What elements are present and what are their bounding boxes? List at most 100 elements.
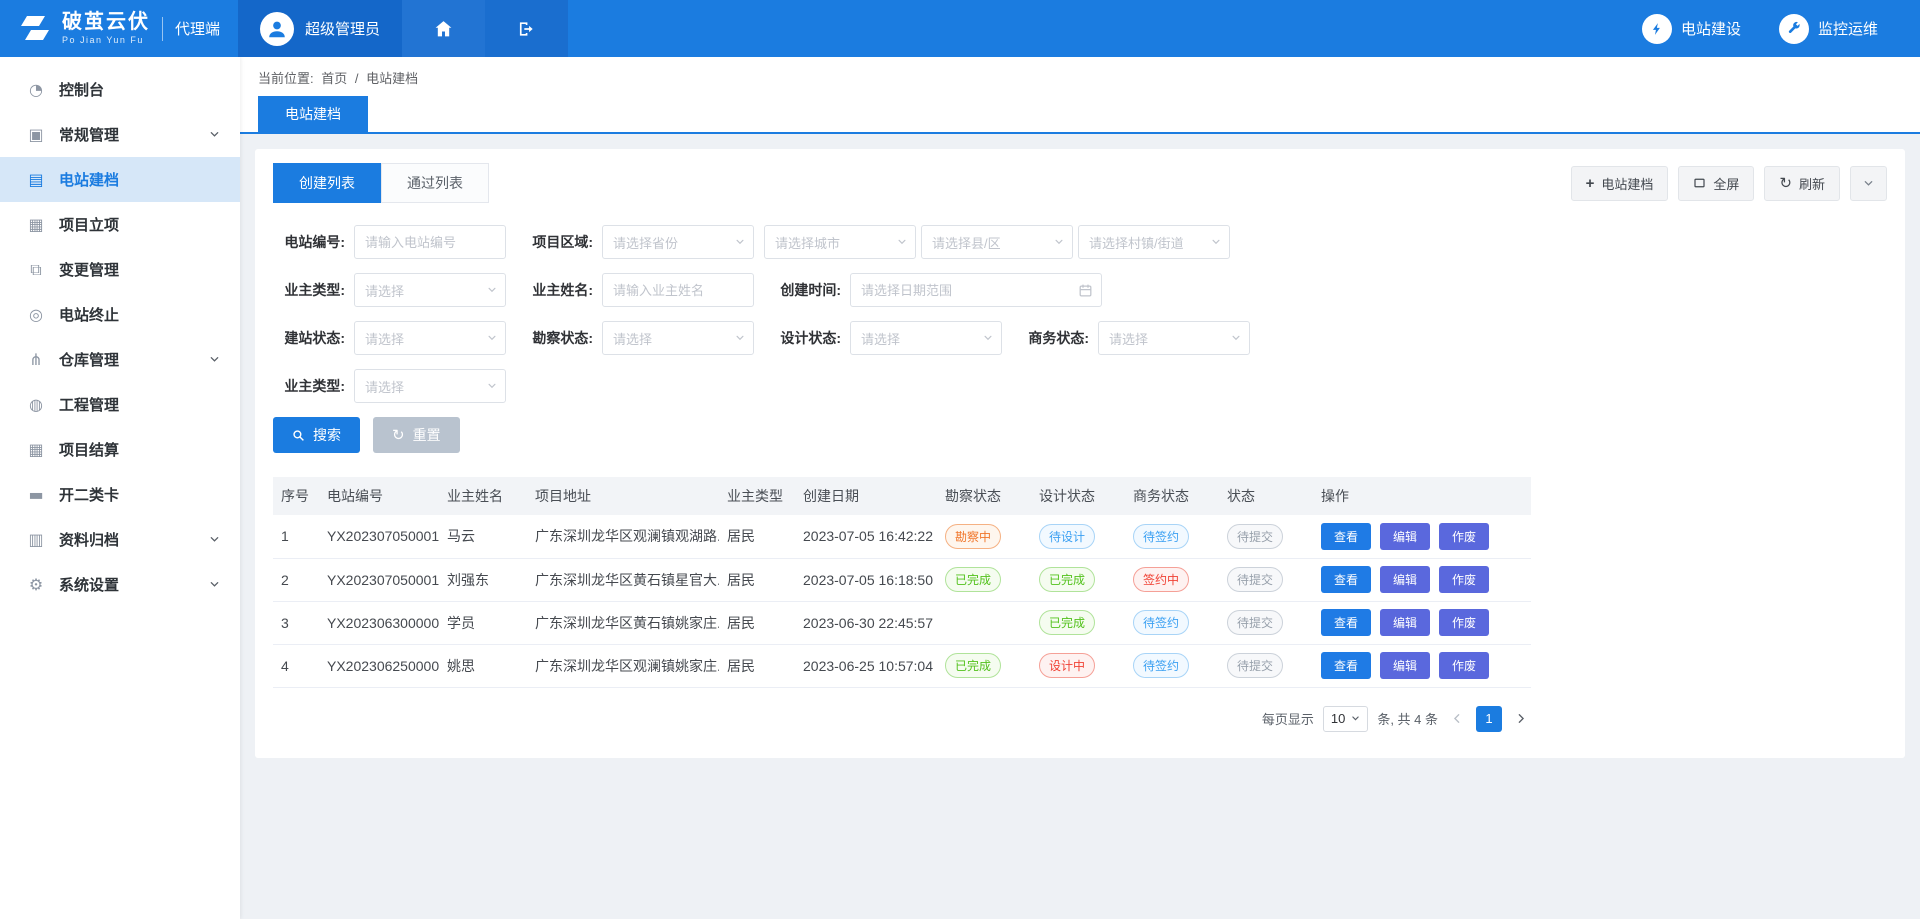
owner-name-input[interactable]	[603, 274, 753, 306]
sidebar-menu: ◔控制台▣常规管理▤电站建档▦项目立项⧉变更管理◎电站终止⋔仓库管理◍工程管理▦…	[0, 67, 240, 607]
per-page-label: 每页显示	[1262, 709, 1314, 728]
cell-business-status: 待签约	[1125, 515, 1219, 558]
filter-row: 业主类型:请选择业主姓名:创建时间:	[273, 273, 1887, 307]
nav-monitor-ops[interactable]: 监控运维	[1779, 14, 1878, 44]
refresh-button[interactable]: ↻ 刷新	[1764, 166, 1840, 201]
tab-passed-list[interactable]: 通过列表	[381, 163, 489, 203]
sidebar-item-data-archive[interactable]: ▥资料归档	[0, 517, 240, 562]
tab-created-list[interactable]: 创建列表	[273, 163, 381, 203]
view-button[interactable]: 查看	[1321, 652, 1371, 679]
reset-button[interactable]: ↻ 重置	[373, 417, 460, 453]
cell-design-status: 设计中	[1031, 644, 1125, 687]
edit-button[interactable]: 编辑	[1380, 523, 1430, 550]
toolbar: + 电站建档 全屏 ↻ 刷新	[1571, 166, 1887, 201]
card-icon: ▬	[26, 485, 46, 504]
sidebar-item-label: 电站建档	[59, 169, 220, 190]
edit-button[interactable]: 编辑	[1380, 566, 1430, 593]
filter-label: 商务状态:	[1017, 328, 1089, 348]
sidebar-item-station-archive[interactable]: ▤电站建档	[0, 157, 240, 202]
business-status-select[interactable]: 请选择	[1098, 321, 1250, 355]
brand-title: 破茧云伏	[62, 12, 150, 32]
created-date-range-input[interactable]	[851, 274, 1073, 306]
edit-button[interactable]: 编辑	[1380, 609, 1430, 636]
sidebar-item-label: 常规管理	[59, 124, 209, 145]
column-header: 状态	[1219, 477, 1313, 515]
sidebar: ◔控制台▣常规管理▤电站建档▦项目立项⧉变更管理◎电站终止⋔仓库管理◍工程管理▦…	[0, 57, 240, 919]
prev-page-button[interactable]	[1447, 712, 1467, 725]
sitemap-icon: ⋔	[26, 350, 46, 369]
filter-field: 业主类型: 请选择	[273, 369, 506, 403]
chevron-down-icon	[1231, 333, 1241, 343]
owner-type-select[interactable]: 请选择	[354, 273, 506, 307]
status-badge: 勘察中	[945, 524, 1001, 549]
void-button[interactable]: 作废	[1439, 652, 1489, 679]
void-button[interactable]: 作废	[1439, 566, 1489, 593]
calculator-icon: ▦	[26, 440, 46, 459]
list-tabs: 创建列表 通过列表	[273, 163, 489, 203]
owner-type-select-2[interactable]: 请选择	[354, 369, 506, 403]
app-header: 破茧云伏 Po Jian Yun Fu 代理端 超级管理员 电站建设	[0, 0, 1920, 57]
column-header: 项目地址	[527, 477, 719, 515]
home-button[interactable]	[402, 0, 485, 57]
cell-design-status: 已完成	[1031, 601, 1125, 644]
button-label: 搜索	[313, 425, 341, 445]
build-status-select[interactable]: 请选择	[354, 321, 506, 355]
void-button[interactable]: 作废	[1439, 609, 1489, 636]
void-button[interactable]: 作废	[1439, 523, 1489, 550]
nav-station-build[interactable]: 电站建设	[1642, 14, 1741, 44]
sidebar-item-system-settings[interactable]: ⚙系统设置	[0, 562, 240, 607]
table-header-row: 序号电站编号业主姓名项目地址业主类型创建日期勘察状态设计状态商务状态状态操作	[273, 477, 1531, 515]
sidebar-item-change-management[interactable]: ⧉变更管理	[0, 247, 240, 292]
column-header: 勘察状态	[937, 477, 1031, 515]
cell-status: 待提交	[1219, 515, 1313, 558]
survey-status-select[interactable]: 请选择	[602, 321, 754, 355]
county-select[interactable]: 请选择县/区	[921, 225, 1073, 259]
cell-station-no: YX2023062500004	[319, 644, 439, 687]
next-page-button[interactable]	[1511, 712, 1531, 725]
lightning-icon	[1642, 14, 1672, 44]
sidebar-item-warehouse-management[interactable]: ⋔ 仓库管理	[0, 337, 240, 382]
dashboard-icon: ◔	[26, 80, 46, 99]
cell-actions: 查看编辑作废	[1313, 601, 1531, 644]
view-button[interactable]: 查看	[1321, 609, 1371, 636]
village-select[interactable]: 请选择村镇/街道	[1078, 225, 1230, 259]
sidebar-item-console[interactable]: ◔控制台	[0, 67, 240, 112]
fullscreen-button[interactable]: 全屏	[1678, 166, 1754, 201]
view-button[interactable]: 查看	[1321, 566, 1371, 593]
main-panel: 创建列表 通过列表 + 电站建档 全屏 ↻ 刷新	[255, 149, 1905, 758]
sidebar-item-station-termination[interactable]: ◎电站终止	[0, 292, 240, 337]
station-no-input[interactable]	[355, 226, 505, 258]
divider	[162, 17, 163, 41]
sidebar-item-type2-card[interactable]: ▬开二类卡	[0, 472, 240, 517]
search-button[interactable]: 搜索	[273, 417, 360, 453]
cell-status: 待提交	[1219, 601, 1313, 644]
sidebar-item-general-management[interactable]: ▣常规管理	[0, 112, 240, 157]
sidebar-item-project-settlement[interactable]: ▦项目结算	[0, 427, 240, 472]
sidebar-item-label: 仓库管理	[59, 349, 209, 370]
archive-icon: ▥	[26, 530, 46, 549]
sidebar-item-engineering-management[interactable]: ◍工程管理	[0, 382, 240, 427]
cell-station-no: YX2023070500011	[319, 515, 439, 558]
filter-field: 项目区域:请选择省份	[521, 225, 754, 259]
filter-label: 业主类型:	[273, 376, 345, 396]
user-menu[interactable]: 超级管理员	[238, 0, 402, 57]
design-status-select[interactable]: 请选择	[850, 321, 1002, 355]
page-1-button[interactable]: 1	[1476, 706, 1502, 732]
per-page-select[interactable]: 10	[1323, 706, 1368, 732]
cell-design-status: 已完成	[1031, 558, 1125, 601]
logout-button[interactable]	[485, 0, 568, 57]
sidebar-item-project-initiation[interactable]: ▦项目立项	[0, 202, 240, 247]
province-select[interactable]: 请选择省份	[602, 225, 754, 259]
add-station-button[interactable]: + 电站建档	[1571, 166, 1669, 201]
helmet-icon: ◍	[26, 395, 46, 414]
view-button[interactable]: 查看	[1321, 523, 1371, 550]
total-text: 条, 共 4 条	[1377, 709, 1438, 728]
filter-field: 设计状态:请选择	[769, 321, 1002, 355]
status-badge: 已完成	[945, 653, 1001, 678]
city-select[interactable]: 请选择城市	[764, 225, 916, 259]
edit-button[interactable]: 编辑	[1380, 652, 1430, 679]
breadcrumb-home-link[interactable]: 首页	[321, 71, 347, 86]
collapse-filters-button[interactable]	[1850, 166, 1887, 201]
column-header: 业主类型	[719, 477, 795, 515]
page-tab[interactable]: 电站建档	[258, 96, 368, 132]
